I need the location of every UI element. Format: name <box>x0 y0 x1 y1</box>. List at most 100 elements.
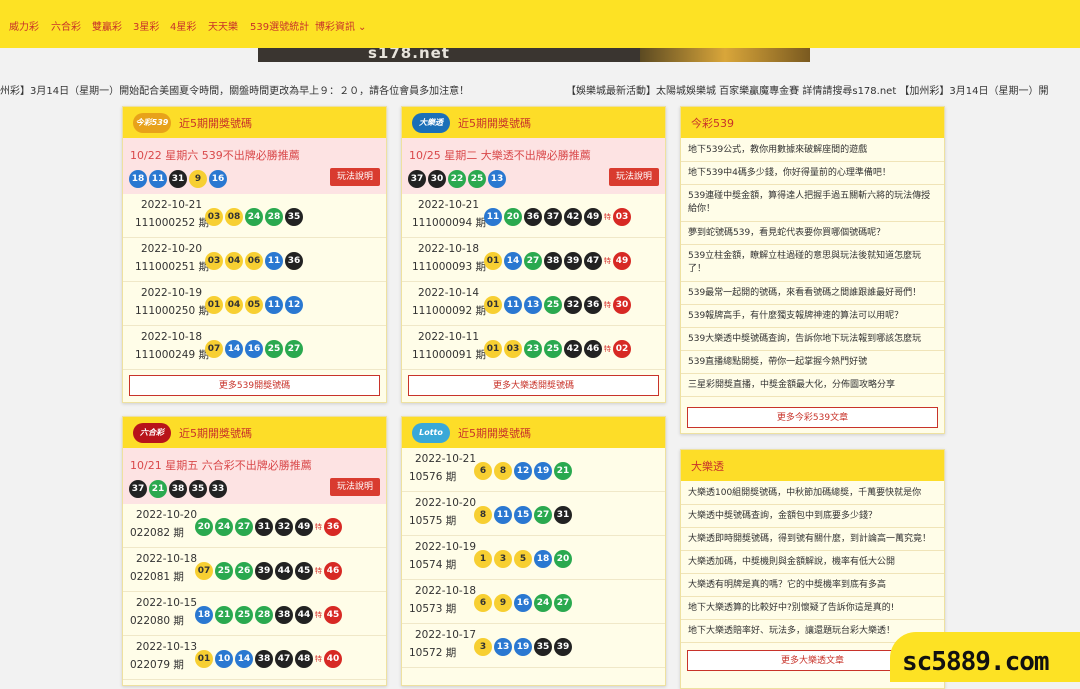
draw-balls: 03 08 24 28 35 <box>205 206 305 226</box>
rules-button[interactable]: 玩法說明 <box>330 168 380 186</box>
article-link[interactable]: 539最常一起開的號碼，來看看號碼之間誰跟誰最好哥們！ <box>688 287 936 300</box>
special-number-label: 特 <box>604 344 611 353</box>
article-link[interactable]: 大樂透加碼，中獎機則與金額解說，機率有低大公開 <box>688 556 936 569</box>
number-ball: 11 <box>504 295 522 314</box>
draw-row[interactable]: 2022-10-14 111000092 期 01 11 13 25 32 36 特 30 <box>402 282 665 326</box>
number-ball: 38 <box>544 251 562 270</box>
draw-row[interactable]: 2022-10-13 022079 期 01 10 14 38 47 48 特 40 <box>123 636 386 680</box>
draw-row[interactable]: 2022-10-20 111000251 期 03 04 06 11 36 <box>123 238 386 282</box>
rules-button[interactable]: 玩法說明 <box>609 168 659 186</box>
article-link[interactable]: 539直播總點開獎，帶你一起掌握今熱門好號 <box>688 356 936 369</box>
number-ball: 8 <box>474 505 492 524</box>
number-ball: 27 <box>235 517 253 536</box>
draw-row[interactable]: 2022-10-18 111000093 期 01 14 27 38 39 47 特 49 <box>402 238 665 282</box>
draw-row[interactable]: 2022-10-19 10574 期 1 3 5 18 20 <box>402 536 665 580</box>
article-link[interactable]: 大樂透100組開獎號碼，中秋節加碼總獎，千萬要快就是你 <box>688 487 936 500</box>
draw-period: 111000094 期 <box>412 217 486 229</box>
panel-header: 大樂透 近5期開獎號碼 <box>402 107 665 138</box>
number-ball: 37 <box>129 479 147 498</box>
article-link[interactable]: 539連碰中獎金額，算得達人把握手過五關斬六將的玩法傳授給你！ <box>688 190 936 216</box>
article-divider <box>681 184 944 185</box>
draw-balls: 01 14 27 38 39 47 特 49 <box>484 250 633 270</box>
article-link[interactable]: 大樂透中獎號碼查詢，金額包中到底要多少錢？ <box>688 510 936 523</box>
promo-box: 10/21 星期五 六合彩不出牌必勝推薦 37 21 38 35 33 玩法說明 <box>123 448 386 504</box>
article-link[interactable]: 大樂透有明牌是真的嗎？它的中獎機率到底有多高 <box>688 579 936 592</box>
article-link[interactable]: 539立柱金額，瞭解立柱過碰的意思與玩法後就知道怎麼玩了！ <box>688 250 936 276</box>
article-link[interactable]: 地下539中4碼多少錢，你好得量前的心理準備吧！ <box>688 167 936 180</box>
article-divider <box>681 221 944 222</box>
draw-period: 111000251 期 <box>135 261 209 273</box>
draw-row[interactable]: 2022-10-21 10576 期 6 8 12 19 21 <box>402 448 665 492</box>
panel-539-articles: 今彩539 地下539公式，教你用數據來破解座間的遊戲 地下539中4碼多少錢，你… <box>680 106 945 434</box>
number-ball: 01 <box>484 339 502 358</box>
article-link[interactable]: 地下大樂透賠率好、玩法多，讓還題玩台彩大樂透！ <box>688 625 936 638</box>
number-ball: 11 <box>265 251 283 270</box>
draw-date: 2022-10-19 <box>141 287 203 299</box>
rules-button[interactable]: 玩法說明 <box>330 478 380 496</box>
nav-item-marksix[interactable]: 六合彩 <box>51 18 81 33</box>
nav-item-539-stats[interactable]: 539選號統計 <box>250 18 309 33</box>
number-ball: 25 <box>235 605 253 624</box>
article-link[interactable]: 539大樂透中獎號碼查詢，告訴你地下玩法報到哪該怎麼玩 <box>688 333 936 346</box>
draw-period: 022080 期 <box>130 615 184 627</box>
draw-balls: 6 8 12 19 21 <box>474 460 574 480</box>
draw-balls: 1 3 5 18 20 <box>474 548 574 568</box>
special-number-ball: 40 <box>324 649 342 668</box>
more-biglotto-results-button[interactable]: 更多大樂透開獎號碼 <box>408 375 659 396</box>
article-link[interactable]: 地下539公式，教你用數據來破解座間的遊戲 <box>688 144 936 157</box>
article-link[interactable]: 三星彩開獎直播，中獎金額最大化，分佈圖攻略分享 <box>688 379 936 392</box>
draw-row[interactable]: 2022-10-15 022080 期 18 21 25 28 38 44 特 45 <box>123 592 386 636</box>
draw-row[interactable]: 2022-10-11 111000091 期 01 03 23 25 42 46 特 02 <box>402 326 665 370</box>
number-ball: 3 <box>474 637 492 656</box>
nav-item-gambling-info[interactable]: 博彩資訊 ⌄ <box>315 18 366 33</box>
special-number-label: 特 <box>315 654 322 663</box>
article-link[interactable]: 地下大樂透算的比較好中?別懷疑了告訴你這是真的! <box>688 602 936 615</box>
draw-period: 10576 期 <box>409 471 457 483</box>
nav-item-daily-cash[interactable]: 天天樂 <box>208 18 238 33</box>
number-ball: 32 <box>275 517 293 536</box>
draw-period: 10575 期 <box>409 515 457 527</box>
number-ball: 10 <box>215 649 233 668</box>
draw-row[interactable]: 2022-10-18 111000249 期 07 14 16 25 27 <box>123 326 386 370</box>
number-ball: 31 <box>255 517 273 536</box>
article-link[interactable]: 夢到蛇號碼539，看見蛇代表要你買哪個號碼呢？ <box>688 227 936 240</box>
number-ball: 35 <box>285 207 303 226</box>
draw-row[interactable]: 2022-10-20 10575 期 8 11 15 27 31 <box>402 492 665 536</box>
number-ball: 27 <box>285 339 303 358</box>
draw-row[interactable]: 2022-10-18 10573 期 6 9 16 24 27 <box>402 580 665 624</box>
special-number-ball: 46 <box>324 561 342 580</box>
nav-item-4star[interactable]: 4星彩 <box>170 18 196 33</box>
number-ball: 13 <box>494 637 512 656</box>
nav-item-3star[interactable]: 3星彩 <box>133 18 159 33</box>
number-ball: 07 <box>195 561 213 580</box>
article-link[interactable]: 大樂透即時開獎號碼，得到號有關什麼，到計論高一萬究竟！ <box>688 533 936 546</box>
draw-row[interactable]: 2022-10-20 022082 期 20 24 27 31 32 49 特 36 <box>123 504 386 548</box>
special-number-ball: 45 <box>324 605 342 624</box>
draw-row[interactable]: 2022-10-18 022081 期 07 25 26 39 44 45 特 46 <box>123 548 386 592</box>
number-ball: 8 <box>494 461 512 480</box>
promo-text[interactable]: 10/22 星期六 539不出牌必勝推薦 <box>130 147 300 163</box>
number-ball: 14 <box>235 649 253 668</box>
draw-row[interactable]: 2022-10-21 111000094 期 11 20 36 37 42 49 特 03 <box>402 194 665 238</box>
promo-text[interactable]: 10/21 星期五 六合彩不出牌必勝推薦 <box>130 457 312 473</box>
promo-text[interactable]: 10/25 星期二 大樂透不出牌必勝推薦 <box>409 147 591 163</box>
ad-banner[interactable]: s178.net <box>258 48 810 62</box>
number-ball: 42 <box>564 339 582 358</box>
more-539-articles-button[interactable]: 更多今彩539文章 <box>687 407 938 428</box>
article-link[interactable]: 539報牌高手，有什麼獨支報牌神速的算法可以用呢？ <box>688 310 936 323</box>
nav-item-powerball[interactable]: 威力彩 <box>9 18 39 33</box>
draw-row[interactable]: 2022-10-21 111000252 期 03 08 24 28 35 <box>123 194 386 238</box>
more-539-results-button[interactable]: 更多539開獎號碼 <box>129 375 380 396</box>
draw-row[interactable]: 2022-10-17 10572 期 3 13 19 35 39 <box>402 624 665 668</box>
number-ball: 25 <box>544 339 562 358</box>
number-ball: 38 <box>169 479 187 498</box>
number-ball: 11 <box>494 505 512 524</box>
nav-item-double-win[interactable]: 雙贏彩 <box>92 18 122 33</box>
panel-biglotto-results: 大樂透 近5期開獎號碼 10/25 星期二 大樂透不出牌必勝推薦 37 30 22 2… <box>401 106 666 403</box>
draw-balls: 07 14 16 25 27 <box>205 338 305 358</box>
draw-row[interactable]: 2022-10-19 111000250 期 01 04 05 11 12 <box>123 282 386 326</box>
draw-balls: 07 25 26 39 44 45 特 46 <box>195 560 344 580</box>
announcement-marquee[interactable]: 州彩】3月14日（星期一）開始配合美國夏令時間，關盤時間更改為早上９：２０，請各… <box>0 78 1080 98</box>
draw-period: 111000249 期 <box>135 349 209 361</box>
number-ball: 6 <box>474 461 492 480</box>
